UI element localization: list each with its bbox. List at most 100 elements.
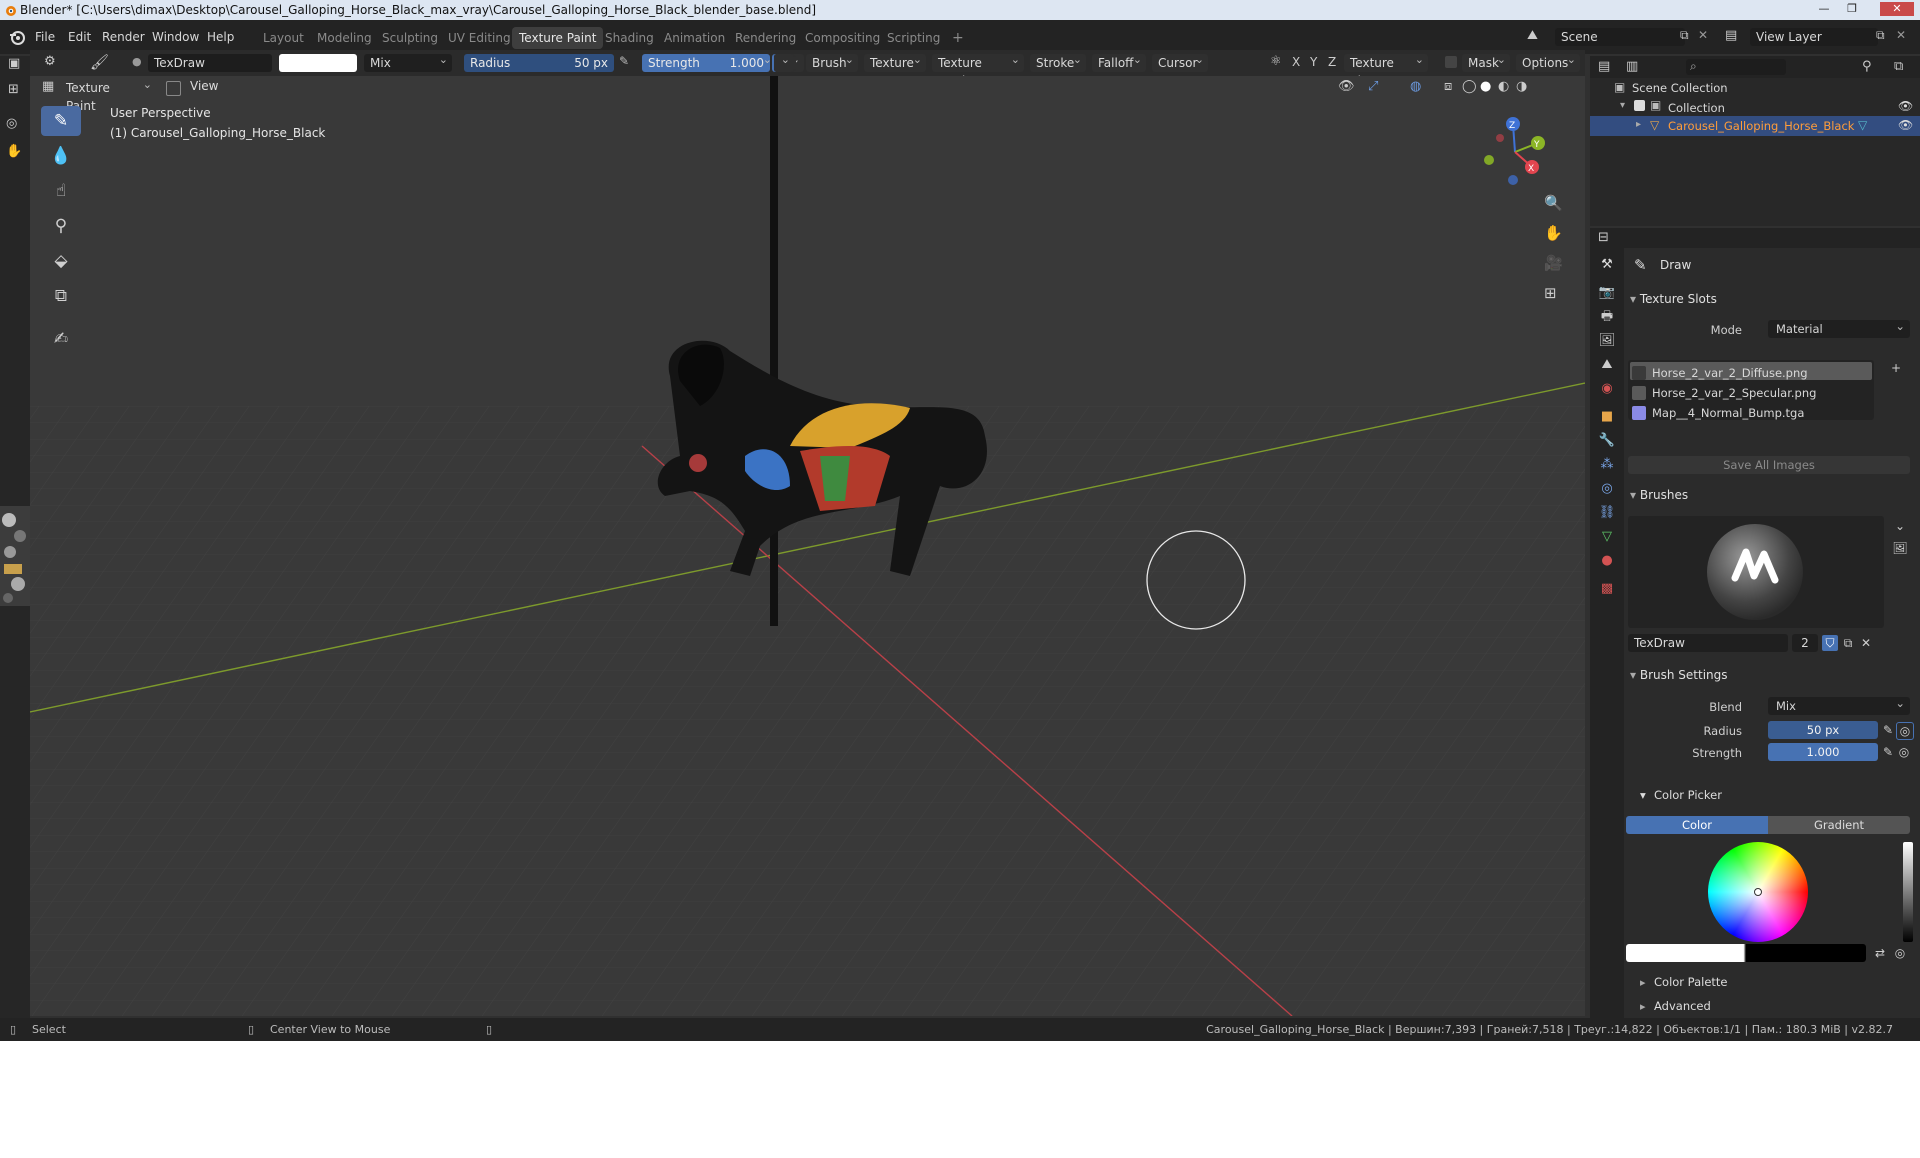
- gradient-tab[interactable]: Gradient: [1768, 816, 1910, 834]
- color-picker-subpanel-header[interactable]: Color Picker: [1654, 788, 1722, 802]
- view-layer-tab-icon[interactable]: 🖼: [1598, 332, 1616, 350]
- tab-animation[interactable]: Animation: [657, 27, 732, 49]
- menu-window[interactable]: Window: [152, 20, 199, 54]
- brush-users-count[interactable]: 2: [1792, 634, 1818, 652]
- menu-file[interactable]: File: [35, 20, 55, 54]
- new-collection-icon[interactable]: ⧉: [1894, 59, 1903, 74]
- 3d-viewport[interactable]: User Perspective (1) Carousel_Galloping_…: [30, 76, 1585, 1016]
- brush-color-swatch[interactable]: [279, 54, 357, 72]
- tab-modeling[interactable]: Modeling: [310, 27, 379, 49]
- tool-tab-icon[interactable]: ⚒: [1598, 256, 1616, 274]
- overlay-toggle-icon[interactable]: ◍: [1410, 79, 1421, 94]
- tab-rendering[interactable]: Rendering: [728, 27, 803, 49]
- menu-edit[interactable]: Edit: [68, 20, 91, 54]
- advanced-subpanel[interactable]: Advanced: [1654, 999, 1711, 1013]
- tab-layout[interactable]: Layout: [256, 27, 311, 49]
- output-tab-icon[interactable]: 🖶: [1598, 308, 1616, 326]
- scene-collection-label[interactable]: Scene Collection: [1632, 81, 1728, 95]
- mode-dropdown[interactable]: Texture Paint: [60, 76, 156, 113]
- fill-tool-icon[interactable]: ⬙: [41, 246, 81, 276]
- editor-type-icon[interactable]: ▣: [8, 56, 20, 71]
- texture-slot-3[interactable]: Map__4_Normal_Bump.tga: [1632, 404, 1880, 422]
- delete-scene-icon[interactable]: ✕: [1698, 28, 1708, 42]
- rendered-shading-icon[interactable]: ◑: [1516, 79, 1527, 94]
- mode-dropdown[interactable]: Material: [1768, 317, 1910, 338]
- brushes-panel-header[interactable]: Brushes: [1630, 484, 1688, 506]
- data-tab-icon[interactable]: ▽: [1598, 528, 1616, 546]
- mirror-y-toggle[interactable]: Y: [1310, 55, 1317, 69]
- radius-pressure-icon[interactable]: ✎: [619, 54, 629, 68]
- texture-slots-menu[interactable]: Texture Slots: [1344, 51, 1428, 88]
- brush-menu[interactable]: Brush: [806, 51, 858, 72]
- falloff-menu[interactable]: Falloff: [1092, 51, 1146, 72]
- texture-tab-icon[interactable]: ▩: [1598, 580, 1616, 598]
- menu-help[interactable]: Help: [207, 20, 234, 54]
- fake-user-icon[interactable]: ⛉: [1822, 635, 1838, 651]
- perspective-toggle-icon[interactable]: ⊞: [1544, 284, 1557, 302]
- color-wheel[interactable]: [1708, 842, 1808, 942]
- properties-editor-icon[interactable]: ⊟: [1598, 230, 1609, 245]
- material-shading-icon[interactable]: ◐: [1498, 79, 1509, 94]
- cursor-menu[interactable]: Cursor: [1152, 51, 1208, 72]
- delete-view-layer-icon[interactable]: ✕: [1896, 28, 1906, 42]
- strength-unified-icon[interactable]: ◎: [1896, 744, 1912, 760]
- collection-checkbox[interactable]: [1634, 100, 1645, 111]
- material-tab-icon[interactable]: ●: [1598, 552, 1616, 570]
- duplicate-brush-icon[interactable]: ⧉: [1840, 635, 1856, 651]
- hand-icon[interactable]: ✋: [6, 144, 22, 159]
- mask-toggle-icon[interactable]: [166, 81, 181, 96]
- camera-icon[interactable]: 🎥: [1544, 254, 1563, 272]
- annotate-tool-icon[interactable]: ✍: [41, 324, 81, 354]
- tab-uv-editing[interactable]: UV Editing: [441, 27, 518, 49]
- brush-name-field[interactable]: TexDraw: [148, 54, 272, 72]
- stroke-menu[interactable]: Stroke: [1030, 51, 1086, 72]
- maximize-button[interactable]: ❐: [1840, 2, 1864, 16]
- brush-name-input[interactable]: TexDraw: [1628, 634, 1788, 652]
- strength-slider[interactable]: Strength 1.000: [642, 54, 770, 72]
- blender-menu-icon[interactable]: [8, 29, 26, 45]
- new-view-layer-icon[interactable]: ⧉: [1876, 28, 1885, 43]
- strength-pressure-toggle-icon[interactable]: ✎: [1880, 744, 1896, 760]
- clone-tool-icon[interactable]: ⚲: [41, 211, 81, 241]
- color-wheel-cursor[interactable]: [1754, 888, 1762, 896]
- color-swatches[interactable]: [1626, 944, 1866, 962]
- menu-render[interactable]: Render: [102, 20, 145, 54]
- outliner-editor-icon[interactable]: ▤: [1598, 59, 1610, 74]
- mirror-x-toggle[interactable]: X: [1292, 55, 1300, 69]
- brush-settings-panel-header[interactable]: Brush Settings: [1630, 664, 1728, 686]
- scene-selector[interactable]: Scene: [1555, 28, 1685, 46]
- strength-slider[interactable]: 1.000: [1768, 743, 1878, 761]
- smear-tool-icon[interactable]: ☝: [41, 176, 81, 206]
- radius-slider[interactable]: 50 px: [1768, 721, 1878, 739]
- add-workspace-button[interactable]: +: [945, 27, 971, 49]
- texture-slot-2[interactable]: Horse_2_var_2_Specular.png: [1632, 384, 1880, 402]
- mirror-z-toggle[interactable]: Z: [1328, 55, 1336, 69]
- wireframe-shading-icon[interactable]: ◯: [1462, 79, 1477, 94]
- pan-hand-icon[interactable]: ✋: [1544, 224, 1563, 242]
- particles-tab-icon[interactable]: ⁂: [1598, 456, 1616, 474]
- physics-tab-icon[interactable]: ◎: [1598, 480, 1616, 498]
- blend-dropdown[interactable]: Mix: [364, 51, 452, 72]
- mask-checkbox[interactable]: [1445, 56, 1457, 68]
- tool-settings-icon[interactable]: ⚙: [44, 54, 56, 69]
- tab-shading[interactable]: Shading: [598, 27, 661, 49]
- navigate-icon[interactable]: ◎: [6, 116, 17, 131]
- scene-tab-icon[interactable]: ⛰: [1598, 356, 1616, 374]
- minimize-button[interactable]: —: [1812, 2, 1836, 16]
- swap-colors-icon[interactable]: ⇄: [1872, 945, 1888, 961]
- texture-slots-panel-header[interactable]: Texture Slots: [1630, 288, 1717, 310]
- new-scene-icon[interactable]: ⧉: [1680, 28, 1689, 43]
- texture-slot-1[interactable]: Horse_2_var_2_Diffuse.png: [1632, 364, 1880, 382]
- object-expand-icon[interactable]: ▸: [1636, 119, 1641, 130]
- gizmo-toggle-icon[interactable]: ⤢: [1368, 79, 1378, 94]
- options-menu[interactable]: Options: [1516, 51, 1580, 72]
- unified-color-icon[interactable]: ◎: [1892, 945, 1908, 961]
- brush-dropdown-icon[interactable]: ⌄: [1892, 518, 1908, 534]
- color-palette-subpanel[interactable]: Color Palette: [1654, 975, 1728, 989]
- outliner-row-horse[interactable]: ▸ ▽ Carousel_Galloping_Horse_Black ▽ 👁: [1590, 116, 1920, 136]
- display-mode-icon[interactable]: ▥: [1626, 59, 1638, 74]
- grid-icon[interactable]: ⊞: [8, 82, 19, 97]
- constraints-tab-icon[interactable]: ⛓: [1598, 504, 1616, 522]
- tab-scripting[interactable]: Scripting: [880, 27, 947, 49]
- tab-compositing[interactable]: Compositing: [798, 27, 887, 49]
